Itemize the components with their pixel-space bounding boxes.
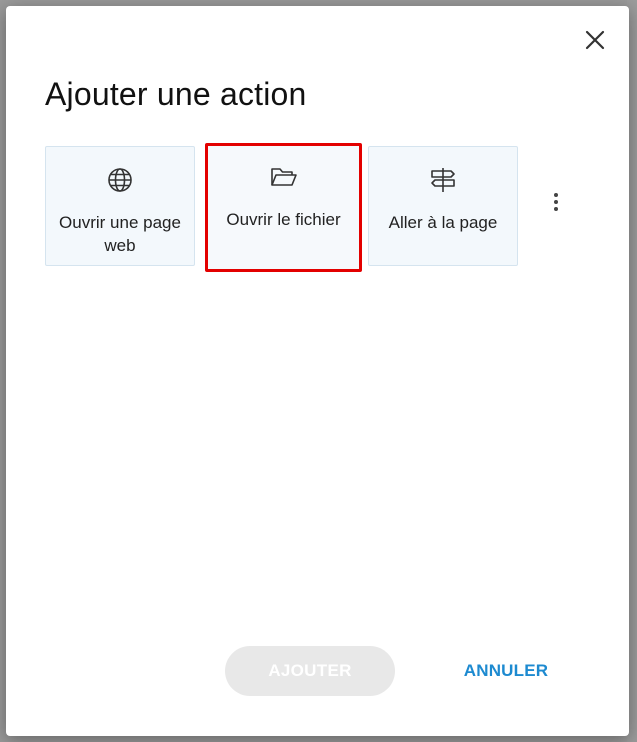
add-action-dialog: Ajouter une action Ouvrir une page web O… [6,6,629,736]
more-vertical-icon [554,193,558,197]
dialog-title: Ajouter une action [45,76,307,112]
action-card-open-web-page[interactable]: Ouvrir une page web [45,146,195,266]
close-icon [585,30,605,50]
signpost-icon [429,165,457,195]
action-card-label: Ouvrir une page web [59,213,181,255]
folder-open-icon [270,162,298,192]
cancel-button[interactable]: ANNULER [446,646,566,696]
globe-icon [106,165,134,195]
action-cards: Ouvrir une page web Ouvrir le fichier Al… [45,143,518,272]
add-button[interactable]: AJOUTER [225,646,395,696]
action-card-label: Aller à la page [388,213,498,232]
more-options-button[interactable] [546,188,566,216]
close-button[interactable] [581,26,609,54]
action-card-go-to-page[interactable]: Aller à la page [368,146,518,266]
action-card-label: Ouvrir le fichier [226,210,341,229]
action-card-open-file[interactable]: Ouvrir le fichier [205,143,362,272]
